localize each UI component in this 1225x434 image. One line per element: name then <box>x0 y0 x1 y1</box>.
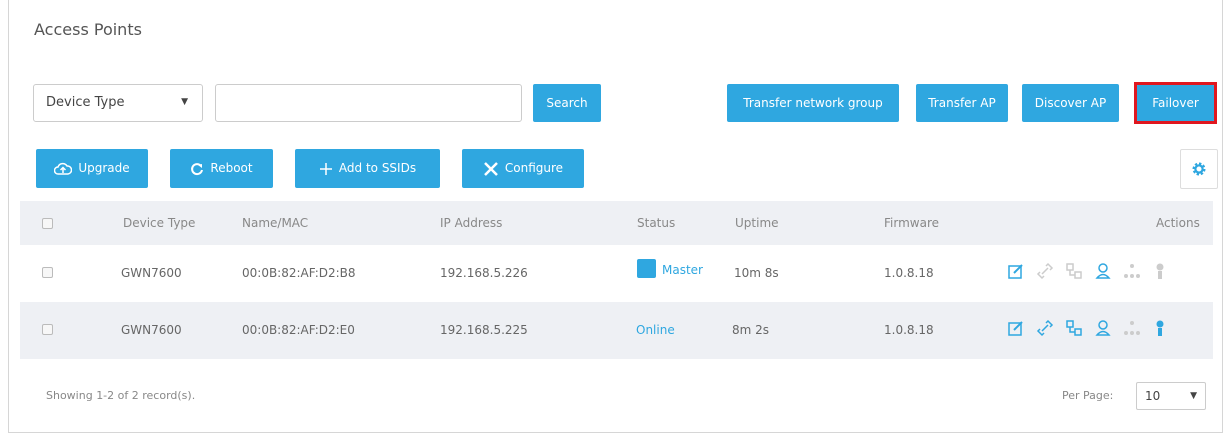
cloud-upload-icon <box>54 162 73 175</box>
name-mac-cell[interactable]: 00:0B:82:AF:D2:E0 <box>242 323 355 337</box>
reboot-button[interactable]: Reboot <box>170 149 273 188</box>
reboot-label: Reboot <box>210 161 253 175</box>
table-row: GWN7600 00:0B:82:AF:D2:E0 192.168.5.225 … <box>20 302 1213 359</box>
failover-user-icon[interactable] <box>1152 319 1170 341</box>
link-icon[interactable] <box>1036 319 1054 341</box>
row-checkbox[interactable] <box>42 324 53 335</box>
ip-address-cell: 192.168.5.225 <box>440 323 528 337</box>
configure-button[interactable]: Configure <box>462 149 584 188</box>
uptime-cell: 8m 2s <box>732 323 770 337</box>
status-cell: Online <box>636 323 675 337</box>
page-title: Access Points <box>34 20 142 39</box>
user-locate-icon[interactable] <box>1094 319 1112 341</box>
device-type-cell: GWN7600 <box>121 266 182 280</box>
header-status[interactable]: Status <box>637 216 675 230</box>
add-to-ssids-button[interactable]: Add to SSIDs <box>295 149 440 188</box>
per-page-select[interactable]: 10 ▼ <box>1136 382 1206 410</box>
network-icon <box>1123 319 1141 341</box>
topology-icon <box>1065 262 1083 284</box>
per-page-label: Per Page: <box>1062 389 1114 402</box>
add-to-ssids-label: Add to SSIDs <box>338 161 417 175</box>
configure-label: Configure <box>504 161 564 175</box>
row-actions <box>1007 319 1176 341</box>
status-cell: Master <box>637 259 703 280</box>
topology-icon[interactable] <box>1065 319 1083 341</box>
uptime-cell: 10m 8s <box>734 266 779 280</box>
settings-button[interactable] <box>1180 149 1218 189</box>
network-icon <box>1123 262 1141 284</box>
edit-icon[interactable] <box>1007 319 1025 341</box>
search-input[interactable] <box>215 84 522 122</box>
status-text: Master <box>662 263 703 277</box>
master-badge-icon <box>637 259 656 278</box>
chevron-down-icon: ▼ <box>181 97 188 107</box>
ip-address-cell: 192.168.5.226 <box>440 266 528 280</box>
row-actions <box>1007 262 1176 284</box>
per-page-value: 10 <box>1145 389 1161 403</box>
header-actions: Actions <box>1156 216 1200 230</box>
name-mac-cell[interactable]: 00:0B:82:AF:D2:B8 <box>242 266 356 280</box>
transfer-network-group-button[interactable]: Transfer network group <box>727 84 899 122</box>
header-ip-address[interactable]: IP Address <box>440 216 502 230</box>
chevron-down-icon: ▼ <box>1190 391 1197 401</box>
device-type-cell: GWN7600 <box>121 323 182 337</box>
link-icon <box>1036 262 1054 284</box>
firmware-cell: 1.0.8.18 <box>884 266 934 280</box>
device-type-select-value: Device Type <box>46 95 125 110</box>
row-checkbox[interactable] <box>42 267 53 278</box>
discover-ap-button[interactable]: Discover AP <box>1022 84 1119 122</box>
table-row: GWN7600 00:0B:82:AF:D2:B8 192.168.5.226 … <box>20 245 1213 302</box>
search-button[interactable]: Search <box>533 84 601 122</box>
table-header: Device Type Name/MAC IP Address Status U… <box>20 201 1213 246</box>
failover-highlight <box>1134 82 1217 124</box>
header-device-type[interactable]: Device Type <box>123 216 195 230</box>
failover-user-icon <box>1152 262 1170 284</box>
plus-icon <box>319 162 332 175</box>
user-locate-icon[interactable] <box>1094 262 1112 284</box>
edit-icon[interactable] <box>1007 262 1025 284</box>
header-name-mac[interactable]: Name/MAC <box>242 216 308 230</box>
header-firmware[interactable]: Firmware <box>884 216 939 230</box>
records-summary: Showing 1-2 of 2 record(s). <box>46 389 196 402</box>
select-all-checkbox[interactable] <box>42 218 53 229</box>
header-uptime[interactable]: Uptime <box>735 216 779 230</box>
upgrade-label: Upgrade <box>78 161 130 175</box>
transfer-ap-button[interactable]: Transfer AP <box>916 84 1008 122</box>
tools-icon <box>484 161 498 176</box>
firmware-cell: 1.0.8.18 <box>884 323 934 337</box>
refresh-icon <box>191 162 204 175</box>
upgrade-button[interactable]: Upgrade <box>36 149 148 188</box>
device-type-select[interactable]: Device Type ▼ <box>33 84 203 122</box>
gear-icon <box>1192 162 1206 176</box>
